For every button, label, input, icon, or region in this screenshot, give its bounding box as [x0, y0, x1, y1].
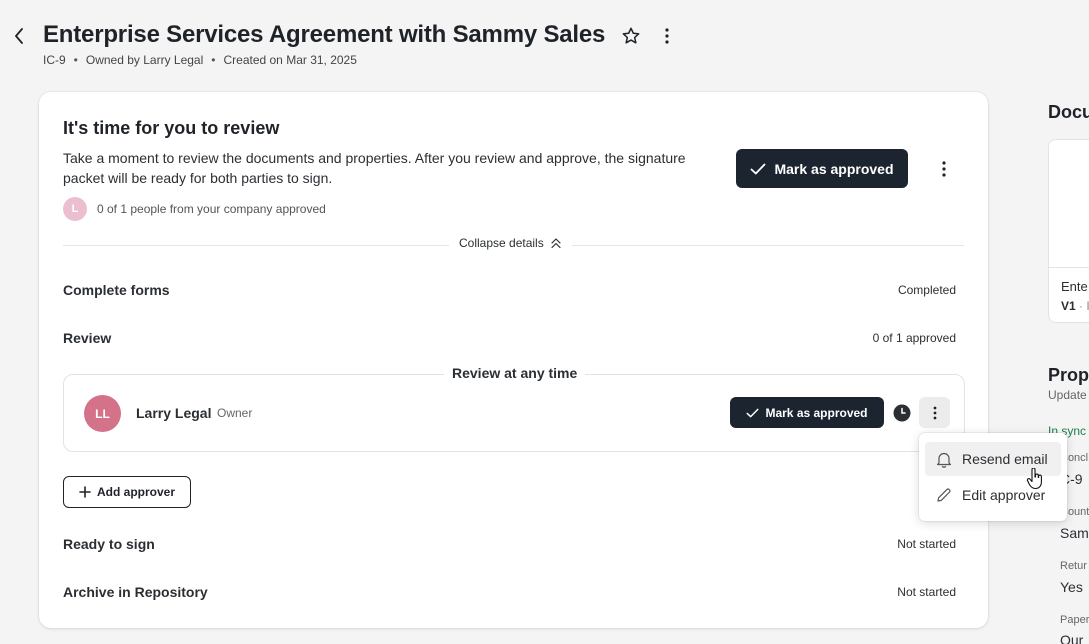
document-card[interactable]: Ente V1 · I [1048, 139, 1089, 323]
avatar: LL [84, 395, 121, 432]
document-name: Ente [1061, 279, 1088, 294]
title-more-button[interactable] [656, 24, 678, 48]
chevron-left-icon [15, 28, 23, 44]
review-card-description: Take a moment to review the documents an… [63, 150, 686, 186]
pencil-icon [937, 488, 951, 502]
add-approver-button[interactable]: Add approver [63, 476, 191, 508]
reviewer-role: Owner [217, 406, 253, 420]
property-value: Samm [1060, 525, 1089, 541]
reviewer-mark-as-approved-button[interactable]: Mark as approved [730, 397, 884, 428]
step-status: Completed [897, 283, 956, 297]
avatar: L [63, 197, 87, 221]
owner-text: Owned by Larry Legal [85, 53, 204, 67]
more-vertical-icon [933, 406, 936, 419]
properties-updated: Update [1048, 388, 1087, 402]
card-more-button[interactable] [932, 156, 956, 182]
approval-summary: L 0 of 1 people from your company approv… [63, 197, 326, 221]
check-icon [746, 408, 759, 417]
page-meta: IC-9 • Owned by Larry Legal • Created on… [43, 53, 357, 67]
meta-separator: • [211, 53, 216, 67]
reviewer-more-button[interactable] [919, 397, 950, 428]
collapse-details-label: Collapse details [459, 236, 544, 250]
reviewer-name: Larry Legal [136, 405, 212, 421]
bell-icon [936, 452, 952, 468]
reviewer-mark-as-approved-label: Mark as approved [765, 405, 868, 420]
step-ready-to-sign: Ready to sign [63, 536, 155, 552]
property-value: Our [1060, 632, 1084, 644]
star-icon [622, 27, 640, 44]
pointer-cursor-icon [1026, 468, 1042, 490]
collapse-details-toggle[interactable]: Collapse details [449, 236, 572, 250]
property-label: Paper [1060, 614, 1089, 626]
property-value: Yes [1060, 579, 1083, 595]
page-title: Enterprise Services Agreement with Sammy… [43, 21, 606, 48]
more-vertical-icon [665, 28, 669, 44]
mark-as-approved-label: Mark as approved [774, 160, 894, 177]
plus-icon [79, 486, 91, 498]
favorite-button[interactable] [619, 24, 643, 48]
step-status: Not started [897, 585, 956, 599]
property-label: Retur [1060, 560, 1087, 572]
back-button[interactable] [8, 24, 30, 48]
check-icon [751, 163, 766, 174]
created-text: Created on Mar 31, 2025 [223, 53, 357, 67]
clock-icon [893, 404, 911, 422]
version-meta: · I [1075, 299, 1089, 313]
step-review: Review [63, 330, 112, 346]
document-version: V1 · I [1061, 299, 1089, 313]
chevrons-up-icon [551, 238, 561, 249]
approval-summary-text: 0 of 1 people from your company approved [97, 202, 326, 216]
step-archive: Archive in Repository [63, 584, 208, 600]
properties-heading: Prop [1048, 365, 1089, 385]
step-complete-forms: Complete forms [63, 282, 170, 298]
review-card: It's time for you to review Take a momen… [39, 92, 988, 628]
step-status: 0 of 1 approved [872, 331, 956, 345]
step-status: Not started [897, 537, 956, 551]
add-approver-label: Add approver [96, 485, 175, 499]
review-card-title: It's time for you to review [63, 118, 280, 138]
review-group-title: Review at any time [444, 365, 586, 381]
menu-item-label: Resend email [962, 451, 1048, 467]
meta-separator: • [73, 53, 78, 67]
approver-actions-menu: Resend email Edit approver [919, 433, 1067, 521]
document-preview [1049, 140, 1089, 268]
documents-heading: Docu [1048, 102, 1089, 122]
mark-as-approved-button[interactable]: Mark as approved [736, 149, 908, 188]
contract-id: IC-9 [43, 53, 66, 67]
more-vertical-icon [942, 161, 946, 177]
version-number: V1 [1061, 299, 1076, 313]
review-group: Review at any time LL Larry Legal Owner … [63, 365, 965, 452]
